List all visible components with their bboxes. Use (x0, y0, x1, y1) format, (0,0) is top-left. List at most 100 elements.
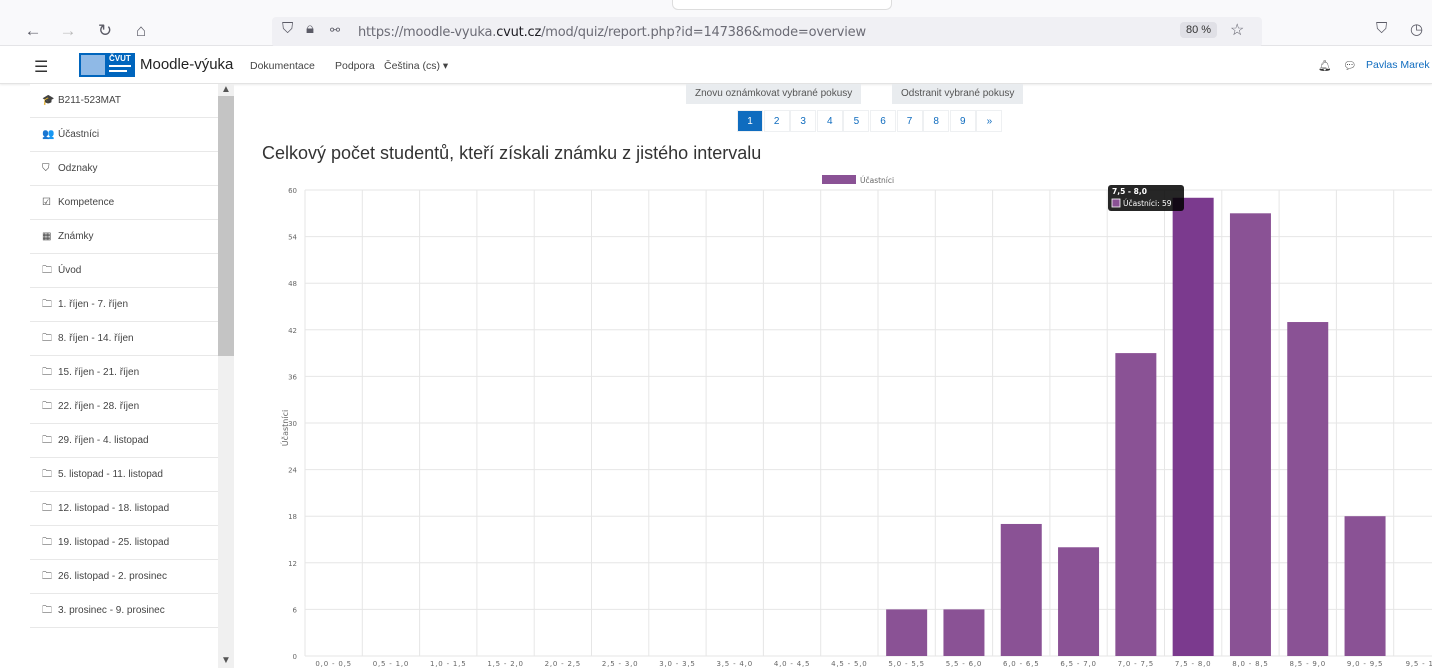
tooltip-swatch (1111, 198, 1121, 208)
histogram-bar[interactable] (886, 609, 928, 656)
site-name[interactable]: Moodle-výuka (140, 56, 233, 73)
bookmark-star-icon[interactable]: ☆ (1230, 20, 1244, 40)
sidebar-item[interactable]: 🗀 29. říjen - 4. listopad (30, 424, 231, 458)
sidebar-item[interactable]: ⛉ Odznaky (30, 152, 231, 186)
scroll-up-icon[interactable]: ▲ (221, 84, 231, 95)
histogram-bar[interactable] (1287, 322, 1329, 656)
sidebar-scroll-thumb[interactable] (218, 96, 234, 356)
home-icon[interactable]: ⌂ (130, 20, 152, 42)
legend-label[interactable]: Účastníci (860, 176, 894, 185)
bell-icon[interactable]: 🔔︎ (1318, 59, 1331, 72)
y-tick-label: 60 (288, 187, 297, 195)
sidebar-item[interactable]: 👥 Účastníci (30, 118, 231, 152)
folder-icon: 🗀 (42, 265, 52, 276)
sidebar-item[interactable]: 🗀 1. říjen - 7. říjen (30, 288, 231, 322)
delete-attempts-button[interactable]: Odstranit vybrané pokusy (892, 84, 1024, 104)
tab-strip (672, 0, 892, 10)
zoom-level[interactable]: 80 % (1180, 22, 1218, 38)
sidebar-item[interactable]: 🗀 12. listopad - 18. listopad (30, 492, 231, 526)
sidebar-item[interactable]: 🗀 22. říjen - 28. říjen (30, 390, 231, 424)
sidebar-item[interactable]: ☑ Kompetence (30, 186, 231, 220)
sidebar-item-label: 1. říjen - 7. říjen (58, 299, 129, 310)
sidebar-item-label: 19. listopad - 25. listopad (58, 537, 170, 548)
sidebar-item[interactable]: ▦ Známky (30, 220, 231, 254)
y-tick-label: 42 (288, 327, 297, 335)
table-icon: ▦ (42, 231, 52, 242)
x-tick-label: 2,5 - 3,0 (602, 660, 638, 668)
histogram-bar[interactable] (943, 609, 985, 656)
shield-icon: ⛉ (42, 163, 50, 174)
folder-icon: 🗀 (42, 367, 52, 378)
sidebar-item-label: 5. listopad - 11. listopad (58, 469, 163, 480)
x-tick-label: 4,0 - 4,5 (774, 660, 810, 668)
x-tick-label: 4,5 - 5,0 (831, 660, 867, 668)
pagination: 1 2 3 4 5 6 7 8 9» (737, 110, 1003, 132)
sidebar-item[interactable]: 🗀 Úvod (30, 254, 231, 288)
folder-icon: 🗀 (42, 469, 52, 480)
x-tick-label: 6,5 - 7,0 (1060, 660, 1096, 668)
sidebar-item[interactable]: 🎓 B211-523MAT (30, 84, 231, 118)
page-link[interactable]: 1 (737, 110, 763, 132)
url-text[interactable]: https://moodle-vyuka.cvut.cz/mod/quiz/re… (358, 25, 866, 40)
x-tick-label: 1,5 - 2,0 (487, 660, 523, 668)
shield-icon[interactable]: ⛉ (282, 20, 293, 37)
histogram-bar[interactable] (1344, 516, 1386, 656)
tooltip-body: Účastníci: 59 (1123, 199, 1172, 208)
chart-title: Celkový počet studentů, kteří získali zn… (262, 143, 762, 163)
sidebar-item[interactable]: 🗀 8. říjen - 14. říjen (30, 322, 231, 356)
permissions-icon[interactable]: ⚯ (330, 23, 340, 37)
page-link[interactable]: 6 (869, 110, 896, 132)
x-tick-label: 9,0 - 9,5 (1347, 660, 1383, 668)
y-axis-label: Účastníci (279, 410, 290, 446)
y-tick-label: 30 (288, 420, 297, 428)
page-link[interactable]: 7 (896, 110, 923, 132)
sidebar-item-label: 12. listopad - 18. listopad (58, 503, 170, 514)
x-tick-label: 7,5 - 8,0 (1175, 660, 1211, 668)
x-tick-label: 1,0 - 1,5 (430, 660, 466, 668)
hamburger-menu-icon[interactable]: ☰ (34, 57, 48, 77)
regrade-button[interactable]: Znovu oznámkovat vybrané pokusy (686, 84, 862, 104)
lock-icon[interactable]: 🔒︎ (306, 20, 314, 37)
histogram-bar[interactable] (1229, 213, 1271, 657)
next-page-link[interactable]: » (976, 110, 1003, 132)
y-tick-label: 36 (288, 373, 297, 381)
sidebar-item[interactable]: 🗀 3. prosinec - 9. prosinec (30, 594, 231, 628)
page-link[interactable]: 8 (923, 110, 950, 132)
nav-link-support[interactable]: Podpora (335, 60, 375, 72)
sidebar-item-label: 8. říjen - 14. říjen (58, 333, 134, 344)
users-icon: 👥 (42, 129, 55, 140)
forward-arrow-icon[interactable]: → (57, 20, 79, 42)
histogram-bar[interactable] (1115, 353, 1157, 656)
page-link[interactable]: 4 (816, 110, 843, 132)
nav-link-documentation[interactable]: Dokumentace (250, 60, 315, 72)
x-tick-label: 8,5 - 9,0 (1290, 660, 1326, 668)
y-tick-label: 48 (288, 280, 297, 288)
folder-icon: 🗀 (42, 537, 52, 548)
sidebar-item-label: 3. prosinec - 9. prosinec (58, 605, 165, 616)
cvut-logo[interactable]: ČVUT (79, 53, 135, 77)
sidebar-item[interactable]: 🗀 19. listopad - 25. listopad (30, 526, 231, 560)
histogram-bar[interactable] (1058, 547, 1100, 656)
histogram-bar[interactable] (1000, 523, 1042, 656)
folder-icon: 🗀 (42, 571, 52, 582)
page-link[interactable]: 9 (949, 110, 976, 132)
user-menu[interactable]: Pavlas Marek (1366, 59, 1430, 71)
page-link[interactable]: 2 (763, 110, 790, 132)
page-link[interactable]: 3 (790, 110, 817, 132)
page-link[interactable]: 5 (843, 110, 870, 132)
history-clock-icon[interactable]: ◷ (1410, 20, 1423, 38)
back-arrow-icon[interactable]: ← (22, 20, 44, 42)
histogram-bar[interactable] (1172, 197, 1214, 656)
scroll-down-icon[interactable]: ▼ (221, 655, 231, 666)
x-tick-label: 9,5 - 10 (1406, 660, 1432, 668)
address-bar[interactable]: ⛉ 🔒︎ ⚯ https://moodle-vyuka.cvut.cz/mod/… (272, 17, 1262, 47)
message-bubble-icon[interactable]: 💬︎ (1343, 59, 1356, 72)
reload-icon[interactable]: ↻ (94, 20, 116, 42)
sidebar-item[interactable]: 🗀 26. listopad - 2. prosinec (30, 560, 231, 594)
sidebar-item[interactable]: 🗀 15. říjen - 21. říjen (30, 356, 231, 390)
pocket-icon[interactable]: ⛉ (1376, 20, 1387, 37)
language-menu[interactable]: Čeština (cs) ▾ (384, 60, 448, 72)
sidebar-item[interactable]: 🗀 5. listopad - 11. listopad (30, 458, 231, 492)
legend-swatch[interactable] (822, 175, 856, 184)
x-tick-label: 5,5 - 6,0 (946, 660, 982, 668)
